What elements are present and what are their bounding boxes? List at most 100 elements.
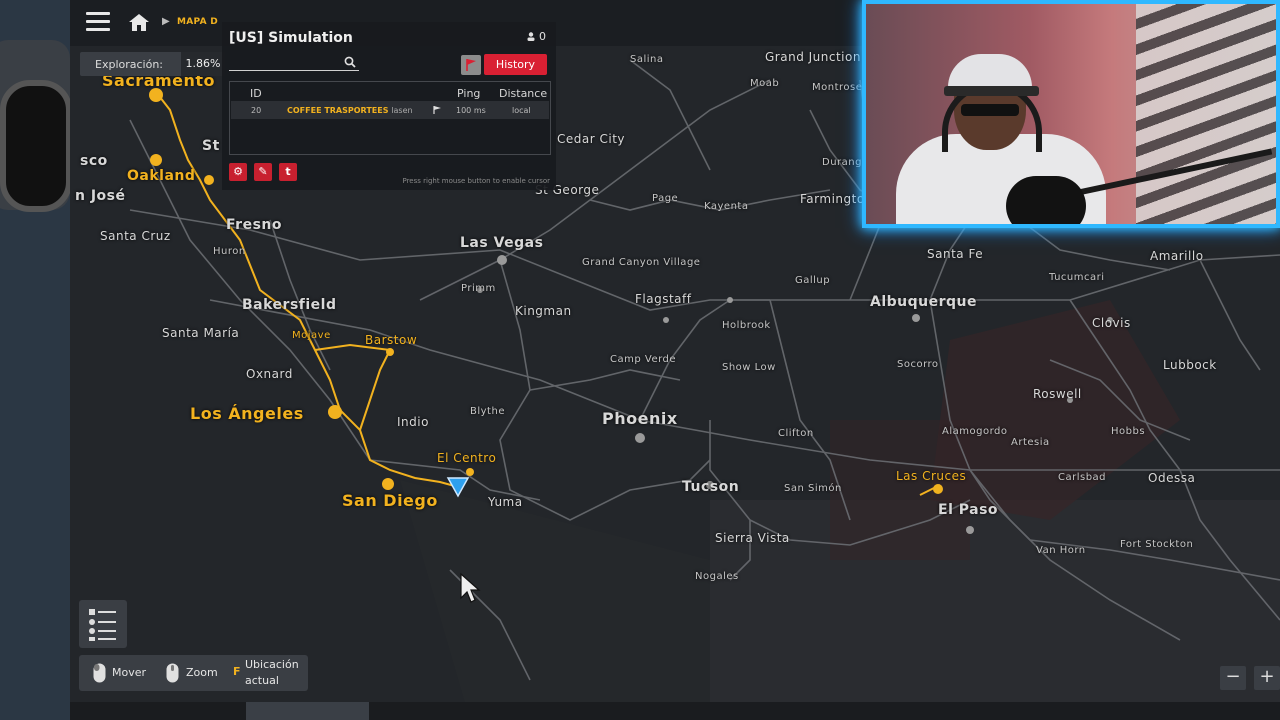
table-row[interactable]: 20 COFFEE TRASPORTEES lasen 100 ms local — [231, 101, 549, 119]
map-label-van-horn: Van Horn — [1036, 545, 1086, 556]
map-label-bakersfield: Bakersfield — [242, 297, 337, 313]
breadcrumb[interactable]: MAPA D — [177, 17, 218, 27]
map-label-fresno: Fresno — [226, 217, 282, 233]
map-label-santa-fe: Santa Fe — [927, 247, 984, 261]
column-header-id[interactable]: ID — [250, 87, 262, 100]
cursor-hint: Press right mouse button to enable curso… — [402, 177, 550, 185]
map-label-san-simon: San Simón — [784, 483, 842, 494]
row-player: COFFEE TRASPORTEES lasen — [287, 106, 413, 115]
map-label-mojave: Mojave — [292, 330, 331, 341]
bottom-tab-active[interactable] — [246, 702, 369, 720]
map-label-tucson: Tucson — [682, 479, 740, 495]
map-label-tucumcari: Tucumcari — [1049, 272, 1105, 283]
text-button[interactable]: t — [279, 163, 297, 181]
row-company: COFFEE TRASPORTEES — [287, 106, 389, 115]
zoom-out-button[interactable]: − — [1220, 666, 1246, 690]
server-title: [US] Simulation — [229, 30, 353, 46]
mouse-wheel-icon — [166, 663, 179, 683]
row-distance: local — [512, 106, 531, 115]
map-controls-hint: Mover Zoom F Ubicación actual — [79, 655, 308, 691]
chevron-right-icon: ▶ — [162, 16, 170, 27]
webcam-overlay — [862, 0, 1280, 228]
row-ping: 100 ms — [456, 106, 486, 115]
background-truck-area — [0, 0, 72, 720]
webcam-background — [1136, 4, 1276, 224]
map-label-salina: Salina — [630, 54, 664, 65]
map-label-las-cruces: Las Cruces — [896, 469, 967, 483]
streamer-glasses — [961, 104, 1019, 116]
player-count: 0 — [527, 30, 546, 43]
legend-icon — [89, 609, 116, 641]
mouse-cursor-icon — [460, 572, 481, 603]
map-label-cedar-city: Cedar City — [557, 132, 625, 146]
map-label-amarillo: Amarillo — [1150, 249, 1204, 263]
map-label-kayenta: Kayenta — [704, 201, 749, 212]
exploration-label: Exploración: — [95, 58, 164, 71]
map-label-santa-maria: Santa María — [162, 326, 240, 340]
map-label-el-centro: El Centro — [437, 451, 497, 465]
map-label-san-jose: n José — [75, 188, 126, 204]
history-button[interactable]: History — [484, 54, 547, 75]
search-player-button[interactable]: ✎ — [254, 163, 272, 181]
truck-wheel — [0, 80, 72, 212]
map-label-yuma: Yuma — [488, 495, 523, 509]
map-label-san-diego: San Diego — [342, 491, 438, 510]
map-label-san-francisco: sco — [80, 153, 108, 169]
map-label-artesia: Artesia — [1011, 437, 1050, 448]
map-label-carlsbad: Carlsbad — [1058, 472, 1107, 483]
map-label-flagstaff: Flagstaff — [635, 292, 692, 306]
map-label-camp-verde: Camp Verde — [610, 354, 677, 365]
map-label-socorro: Socorro — [897, 359, 939, 370]
map-label-grand-canyon-village: Grand Canyon Village — [582, 257, 701, 268]
map-label-moab: Moab — [750, 78, 780, 89]
column-header-ping[interactable]: Ping — [457, 87, 480, 100]
map-label-sierra-vista: Sierra Vista — [715, 531, 790, 545]
row-name: lasen — [391, 106, 413, 115]
map-label-nogales: Nogales — [695, 571, 739, 582]
map-label-albuquerque: Albuquerque — [870, 294, 977, 310]
search-input[interactable] — [229, 70, 359, 71]
map-label-blythe: Blythe — [470, 406, 505, 417]
player-count-value: 0 — [539, 30, 546, 43]
map-label-el-paso: El Paso — [938, 502, 999, 518]
home-icon[interactable] — [128, 12, 150, 32]
cap-brim — [944, 86, 1039, 96]
key-f: F — [233, 665, 241, 678]
menu-icon[interactable] — [86, 12, 110, 32]
move-hint: Mover — [112, 666, 147, 679]
map-label-alamogordo: Alamogordo — [942, 426, 1008, 437]
map-label-santa-cruz: Santa Cruz — [100, 229, 171, 243]
map-label-fort-stockton: Fort Stockton — [1120, 539, 1194, 550]
flag-filter-button[interactable] — [461, 55, 481, 75]
row-id: 20 — [251, 106, 262, 115]
map-label-page: Page — [652, 193, 679, 204]
map-label-odessa: Odessa — [1148, 471, 1196, 485]
map-label-barstow: Barstow — [365, 333, 418, 347]
map-label-indio: Indio — [397, 415, 429, 429]
map-label-grand-junction: Grand Junction — [765, 50, 861, 64]
map-label-los-angeles: Los Ángeles — [190, 404, 304, 423]
map-legend-button[interactable] — [79, 600, 127, 648]
exploration-indicator: Exploración: 1.86% — [80, 52, 225, 76]
search-icon[interactable] — [344, 56, 356, 68]
server-panel: [US] Simulation 0 History ID Ping Distan… — [222, 22, 556, 190]
map-label-clifton: Clifton — [778, 428, 814, 439]
column-header-distance[interactable]: Distance — [499, 87, 547, 100]
map-label-oakland: Oakland — [127, 168, 196, 184]
zoom-in-button[interactable]: + — [1254, 666, 1280, 690]
location-hint-line2: actual — [245, 674, 279, 687]
exploration-value: 1.86% — [181, 52, 225, 76]
map-label-las-vegas: Las Vegas — [460, 235, 544, 251]
location-hint-line1: Ubicación — [245, 658, 299, 671]
settings-button[interactable]: ⚙ — [229, 163, 247, 181]
map-label-huron: Huron — [213, 246, 246, 257]
flag-icon — [433, 106, 441, 114]
microphone — [1006, 176, 1086, 224]
map-label-primm: Primm — [461, 283, 496, 294]
map-label-clovis: Clovis — [1092, 316, 1131, 330]
map-label-stockton: St — [202, 138, 220, 154]
zoom-hint: Zoom — [186, 666, 218, 679]
map-label-roswell: Roswell — [1033, 387, 1082, 401]
map-label-gallup: Gallup — [795, 275, 831, 286]
map-label-lubbock: Lubbock — [1163, 358, 1217, 372]
